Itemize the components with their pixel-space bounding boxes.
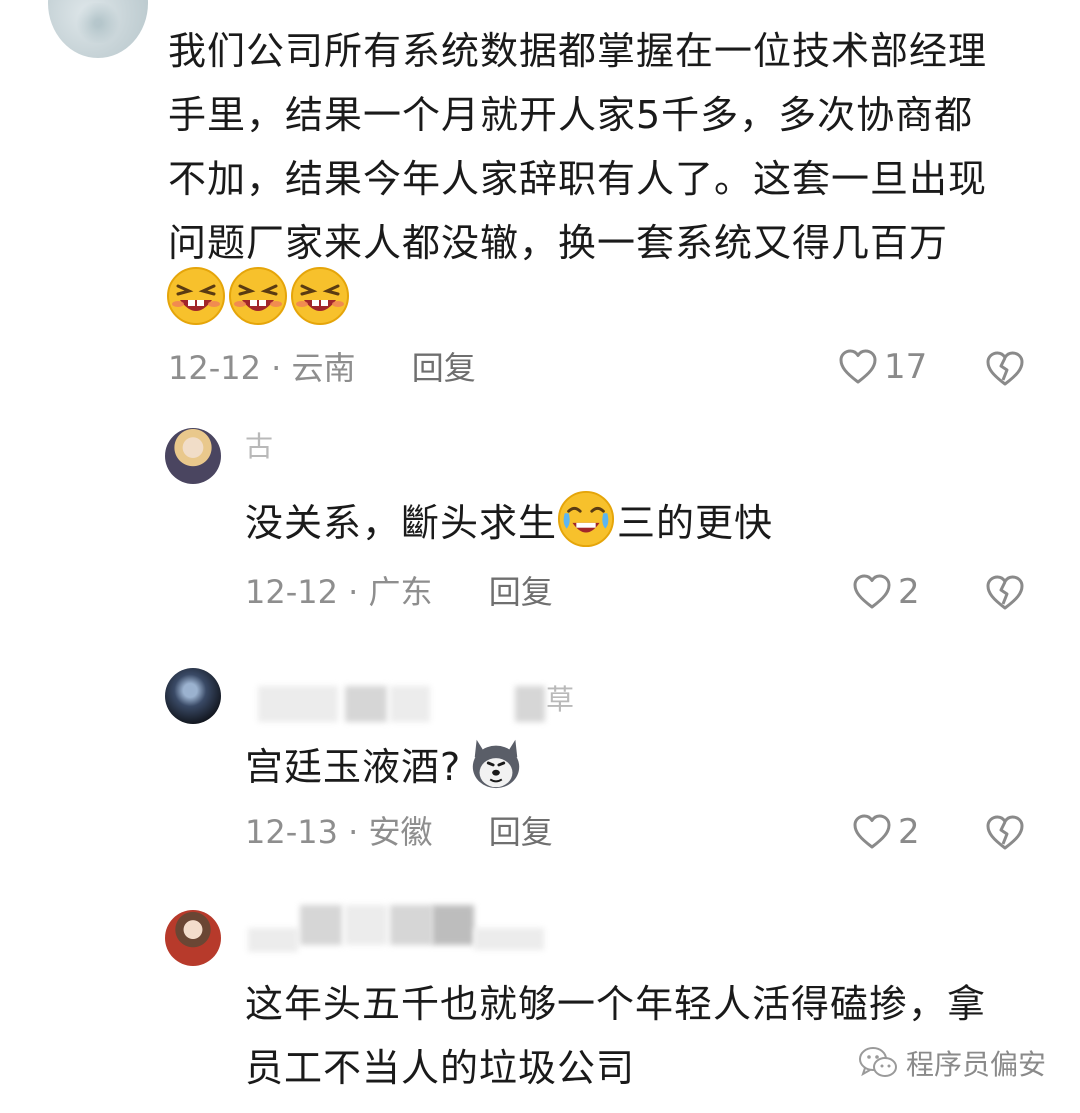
redaction-block xyxy=(345,686,387,722)
comment-2-text-end: 三的更快 xyxy=(617,501,774,545)
redaction-block xyxy=(432,905,474,945)
crying-laughing-emoji-icon xyxy=(557,490,615,548)
heart-outline-icon xyxy=(853,574,891,609)
redaction-block xyxy=(390,686,430,722)
broken-heart-icon[interactable] xyxy=(985,814,1025,852)
avatar-commenter-1[interactable] xyxy=(48,0,148,58)
avatar-commenter-3[interactable] xyxy=(165,668,221,724)
comment-1-line-3: 不加，结果今年人家辞职有人了。这套一旦出现 xyxy=(168,157,988,201)
comment-3-text: 宫廷玉液酒? xyxy=(245,734,527,799)
avatar-commenter-4[interactable] xyxy=(165,910,221,966)
comment-3-date: 12-13 xyxy=(245,813,338,851)
comment-1-line-1: 我们公司所有系统数据都掌握在一位技术部经理 xyxy=(168,29,988,73)
laughing-emoji-icon xyxy=(167,267,225,325)
redaction-block xyxy=(515,686,545,722)
comment-2-location: 广东 xyxy=(368,573,433,611)
comment-1-emojis xyxy=(166,266,350,326)
broken-heart-icon[interactable] xyxy=(985,574,1025,612)
watermark: 程序员偏安 xyxy=(858,1043,1046,1083)
comment-2-username[interactable]: 古 xyxy=(245,430,273,464)
comment-1-like-button[interactable]: 17 xyxy=(838,347,927,387)
avatar-commenter-2[interactable] xyxy=(165,428,221,484)
comment-2-meta: 12-12 · 广东 回复 xyxy=(245,572,553,612)
meta-separator: · xyxy=(348,813,359,851)
comment-3-like-count: 2 xyxy=(898,812,920,852)
comment-3-like-button[interactable]: 2 xyxy=(852,812,920,852)
comment-3-text-body: 宫廷玉液酒? xyxy=(245,745,462,789)
redaction-block xyxy=(258,686,338,722)
redaction-block xyxy=(248,928,298,952)
comment-4-line-1: 这年头五千也就够一个年轻人活得磕掺，拿 xyxy=(245,982,987,1026)
watermark-text: 程序员偏安 xyxy=(905,1048,1046,1081)
comment-3-username-fragment: 草 xyxy=(546,683,575,716)
comment-1-line-2: 手里，结果一个月就开人家5千多，多次协商都 xyxy=(168,93,974,137)
comment-2-date: 12-12 xyxy=(245,573,338,611)
redaction-block xyxy=(300,905,342,945)
laughing-emoji-icon xyxy=(229,267,287,325)
comment-3-meta: 12-13 · 安徽 回复 xyxy=(245,812,553,852)
comment-1-like-count: 17 xyxy=(884,347,928,387)
comment-2-like-button[interactable]: 2 xyxy=(852,572,920,612)
meta-separator: · xyxy=(348,573,359,611)
heart-outline-icon xyxy=(839,349,877,384)
comment-1-date: 12-12 xyxy=(168,349,261,387)
redaction-block xyxy=(345,905,387,945)
husky-dog-emoji-icon xyxy=(472,739,520,789)
redaction-block xyxy=(474,928,544,950)
redaction-block xyxy=(390,905,432,945)
comment-1-text: 我们公司所有系统数据都掌握在一位技术部经理 手里，结果一个月就开人家5千多，多次… xyxy=(168,19,987,275)
meta-separator: · xyxy=(271,349,282,387)
wechat-icon xyxy=(858,1047,897,1077)
heart-outline-icon xyxy=(853,814,891,849)
laughing-emoji-icon xyxy=(291,267,349,325)
comment-3-reply-button[interactable]: 回复 xyxy=(489,813,553,851)
comment-1-reply-button[interactable]: 回复 xyxy=(412,349,476,387)
comment-3-location: 安徽 xyxy=(368,813,433,851)
comment-2-reply-button[interactable]: 回复 xyxy=(489,573,553,611)
comment-2-like-count: 2 xyxy=(898,572,920,612)
comment-2-text-start: 没关系，斷头求生 xyxy=(245,501,558,545)
broken-heart-icon[interactable] xyxy=(985,350,1025,388)
comment-1-location: 云南 xyxy=(291,349,356,387)
comment-2-text: 没关系，斷头求生 三的更快 xyxy=(245,490,773,555)
comment-1-meta: 12-12 · 云南 回复 xyxy=(168,348,476,388)
